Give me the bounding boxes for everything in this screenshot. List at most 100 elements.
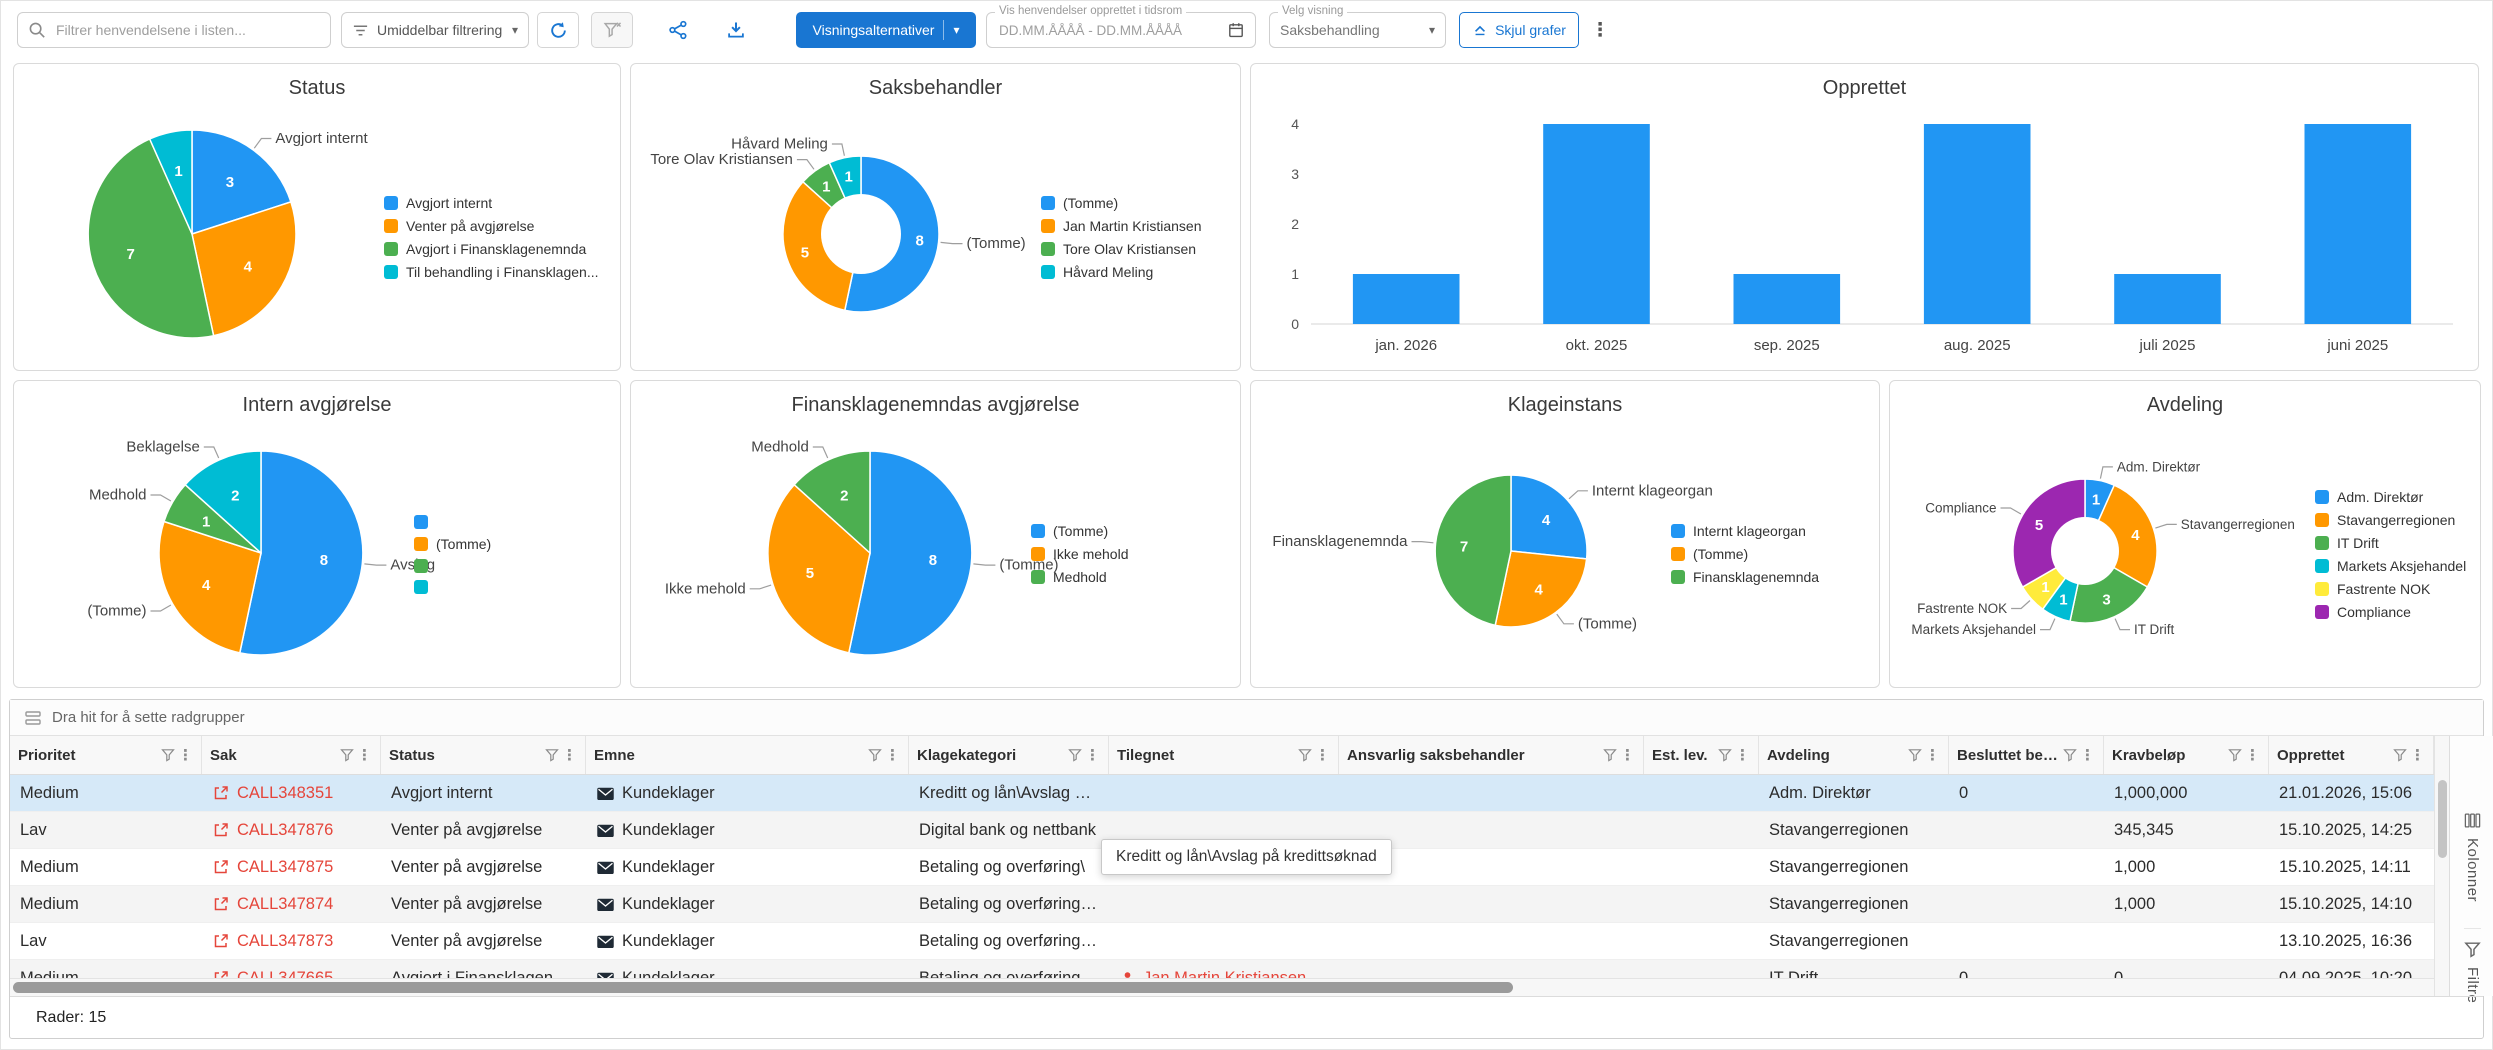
- table-row[interactable]: LavCALL347873Venter på avgjørelseKundekl…: [10, 923, 2434, 960]
- column-header-status[interactable]: Status⋮: [381, 736, 586, 774]
- column-filter-icon[interactable]: [340, 748, 354, 762]
- external-link-icon[interactable]: [212, 895, 230, 913]
- column-menu-icon[interactable]: ⋮: [1620, 746, 1635, 764]
- column-header-sak[interactable]: Sak⋮: [202, 736, 381, 774]
- legend-item[interactable]: Compliance: [2315, 604, 2466, 620]
- view-options-button[interactable]: Visningsalternativer ▾: [796, 12, 976, 48]
- column-menu-icon[interactable]: ⋮: [562, 746, 577, 764]
- column-header-ansvarlig[interactable]: Ansvarlig saksbehandler⋮: [1339, 736, 1644, 774]
- column-filter-icon[interactable]: [1718, 748, 1732, 762]
- column-filter-icon[interactable]: [1068, 748, 1082, 762]
- legend-item[interactable]: Ikke mehold: [1031, 546, 1128, 562]
- legend-item[interactable]: Markets Aksjehandel: [2315, 558, 2466, 574]
- case-link[interactable]: CALL347875: [237, 858, 333, 877]
- assignee-link[interactable]: Jan Martin Kristiansen: [1143, 969, 1306, 979]
- legend-item[interactable]: Tore Olav Kristiansen: [1041, 241, 1202, 257]
- column-header-krav[interactable]: Kravbeløp⋮: [2104, 736, 2269, 774]
- clear-filter-button[interactable]: [591, 12, 633, 48]
- legend-item[interactable]: Fastrente NOK: [2315, 581, 2466, 597]
- column-header-besluttet[interactable]: Besluttet beløp⋮: [1949, 736, 2104, 774]
- view-select-field[interactable]: Velg visning Saksbehandling ▾: [1269, 12, 1446, 48]
- legend-item[interactable]: Avgjort i Finansklagenemnda: [384, 241, 599, 257]
- horizontal-scrollbar[interactable]: [10, 978, 2434, 996]
- legend-item[interactable]: Finansklagenemnda: [1671, 569, 1819, 585]
- legend-item[interactable]: (Tomme): [1041, 195, 1202, 211]
- external-link-icon[interactable]: [212, 784, 230, 802]
- column-filter-icon[interactable]: [1603, 748, 1617, 762]
- legend-item[interactable]: Internt klageorgan: [1671, 523, 1819, 539]
- external-link-icon[interactable]: [212, 969, 230, 978]
- column-menu-icon[interactable]: ⋮: [357, 746, 372, 764]
- refresh-button[interactable]: [537, 12, 579, 48]
- table-row[interactable]: MediumCALL347665Avgjort i Finansklagenem…: [10, 960, 2434, 978]
- legend-item[interactable]: [414, 559, 491, 573]
- external-link-icon[interactable]: [212, 858, 230, 876]
- column-filter-icon[interactable]: [2063, 748, 2077, 762]
- column-menu-icon[interactable]: ⋮: [2410, 746, 2425, 764]
- column-filter-icon[interactable]: [1298, 748, 1312, 762]
- scrollbar-thumb[interactable]: [13, 982, 1513, 993]
- column-filter-icon[interactable]: [545, 748, 559, 762]
- column-filter-icon[interactable]: [2393, 748, 2407, 762]
- search-input[interactable]: [54, 21, 320, 39]
- legend-swatch: [1041, 242, 1055, 256]
- column-header-prioritet[interactable]: Prioritet⋮: [10, 736, 202, 774]
- chart-title: Status: [14, 77, 620, 100]
- case-link[interactable]: CALL347665: [237, 969, 333, 979]
- column-filter-icon[interactable]: [868, 748, 882, 762]
- column-header-tilegnet[interactable]: Tilegnet⋮: [1109, 736, 1339, 774]
- legend-item[interactable]: IT Drift: [2315, 535, 2466, 551]
- column-menu-icon[interactable]: ⋮: [1315, 746, 1330, 764]
- row-group-drop-zone[interactable]: Dra hit for å sette radgrupper: [10, 700, 2483, 736]
- table-row[interactable]: MediumCALL347874Venter på avgjørelseKund…: [10, 886, 2434, 923]
- column-header-klagekategori[interactable]: Klagekategori⋮: [909, 736, 1109, 774]
- legend-item[interactable]: [414, 515, 491, 529]
- column-menu-icon[interactable]: ⋮: [2080, 746, 2095, 764]
- case-link[interactable]: CALL347876: [237, 821, 333, 840]
- table-row[interactable]: MediumCALL348351Avgjort interntKundeklag…: [10, 775, 2434, 812]
- download-button[interactable]: [715, 12, 757, 48]
- legend-item[interactable]: Håvard Meling: [1041, 264, 1202, 280]
- share-button[interactable]: [657, 12, 699, 48]
- legend-item[interactable]: Jan Martin Kristiansen: [1041, 218, 1202, 234]
- scrollbar-thumb[interactable]: [2438, 780, 2447, 858]
- column-menu-icon[interactable]: ⋮: [1085, 746, 1100, 764]
- legend-item[interactable]: (Tomme): [414, 536, 491, 552]
- slice-value: 4: [202, 577, 211, 594]
- case-link[interactable]: CALL347874: [237, 895, 333, 914]
- column-filter-icon[interactable]: [1908, 748, 1922, 762]
- legend-item[interactable]: Medhold: [1031, 569, 1128, 585]
- case-link[interactable]: CALL347873: [237, 932, 333, 951]
- toolbar-menu-button[interactable]: ⋮: [1589, 12, 1611, 48]
- column-filter-icon[interactable]: [2228, 748, 2242, 762]
- slice-value: 5: [806, 565, 814, 582]
- column-menu-icon[interactable]: ⋮: [178, 746, 193, 764]
- calendar-icon[interactable]: [1227, 21, 1245, 39]
- legend-item[interactable]: (Tomme): [1671, 546, 1819, 562]
- legend-item[interactable]: Avgjort internt: [384, 195, 599, 211]
- external-link-icon[interactable]: [212, 821, 230, 839]
- column-menu-icon[interactable]: ⋮: [885, 746, 900, 764]
- column-menu-icon[interactable]: ⋮: [1735, 746, 1750, 764]
- legend-item[interactable]: Stavangerregionen: [2315, 512, 2466, 528]
- column-header-est_lev[interactable]: Est. lev.⋮: [1644, 736, 1759, 774]
- column-menu-icon[interactable]: ⋮: [2245, 746, 2260, 764]
- legend-item[interactable]: Venter på avgjørelse: [384, 218, 599, 234]
- column-header-opprettet[interactable]: Opprettet⋮: [2269, 736, 2434, 774]
- case-link[interactable]: CALL348351: [237, 784, 333, 803]
- hide-charts-button[interactable]: Skjul grafer: [1459, 12, 1579, 48]
- external-link-icon[interactable]: [212, 932, 230, 950]
- legend-item[interactable]: Til behandling i Finansklagen...: [384, 264, 599, 280]
- column-menu-icon[interactable]: ⋮: [1925, 746, 1940, 764]
- column-header-emne[interactable]: Emne⋮: [586, 736, 909, 774]
- cell-emne: Kundeklager: [586, 960, 909, 978]
- legend-item[interactable]: Adm. Direktør: [2315, 489, 2466, 505]
- column-filter-icon[interactable]: [161, 748, 175, 762]
- vertical-scrollbar[interactable]: [2434, 736, 2449, 996]
- date-range-input[interactable]: [997, 22, 1219, 39]
- instant-filter-select[interactable]: Umiddelbar filtrering ▾: [341, 12, 529, 48]
- legend-item[interactable]: [414, 580, 491, 594]
- legend-item[interactable]: (Tomme): [1031, 523, 1128, 539]
- column-header-avdeling[interactable]: Avdeling⋮: [1759, 736, 1949, 774]
- side-tab-kolonner[interactable]: Kolonner: [2464, 800, 2481, 914]
